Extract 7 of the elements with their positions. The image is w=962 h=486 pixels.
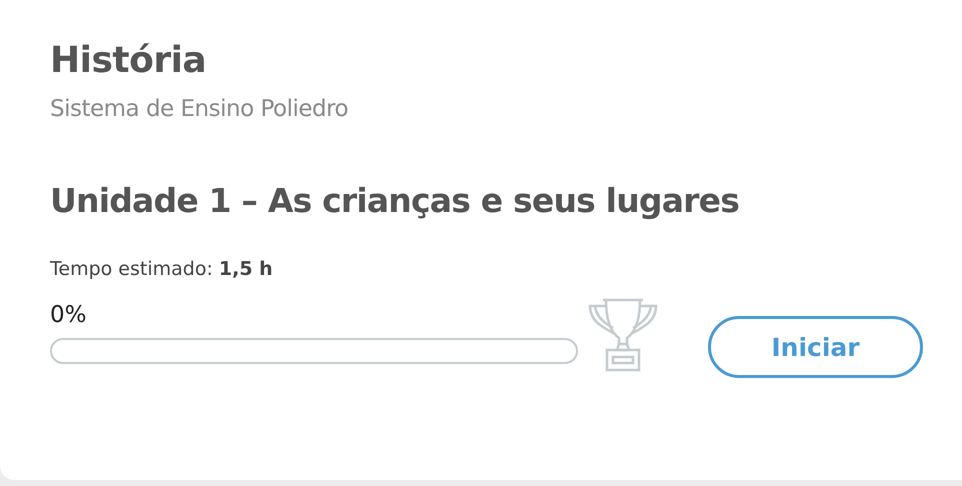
estimated-time: Tempo estimado: 1,5 h xyxy=(50,258,273,280)
start-button[interactable]: Iniciar xyxy=(708,316,923,378)
course-subtitle: Sistema de Ensino Poliedro xyxy=(50,95,350,124)
course-title: História xyxy=(50,39,208,83)
trophy-icon xyxy=(586,298,660,372)
progress-percent: 0% xyxy=(50,302,86,328)
unit-title: Unidade 1 – As crianças e seus lugares xyxy=(50,180,740,222)
